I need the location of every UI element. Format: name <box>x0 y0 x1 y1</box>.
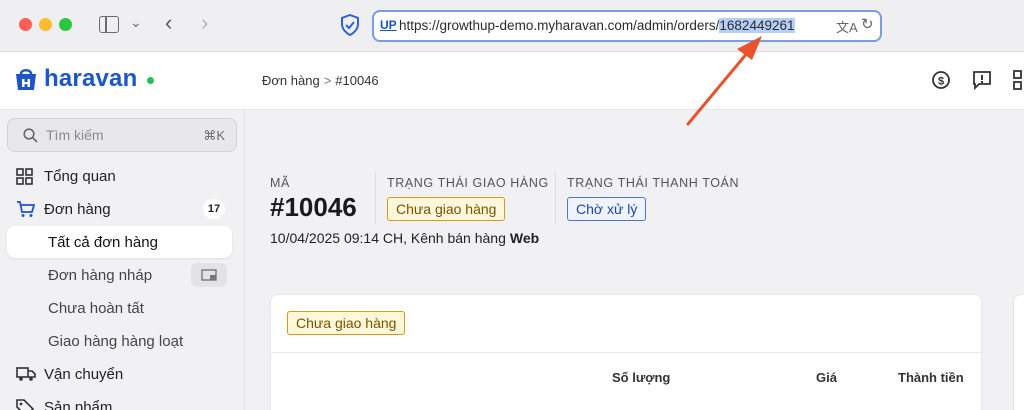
search-input[interactable]: Tìm kiếm ⌘K <box>7 118 237 152</box>
extension-badge[interactable]: UP <box>380 18 397 32</box>
side-card <box>1013 294 1024 410</box>
fulfillment-card: Chưa giao hàng Số lượng Giá Thành tiền <box>270 294 983 410</box>
reload-icon[interactable]: ↻ <box>861 15 874 33</box>
back-icon[interactable]: ‹ <box>165 10 172 36</box>
search-placeholder: Tìm kiếm <box>46 127 104 143</box>
search-shortcut: ⌘K <box>203 128 225 143</box>
breadcrumb-current: #10046 <box>335 73 379 88</box>
breadcrumb: Đơn hàng > #10046 <box>262 73 379 88</box>
currency-exchange-icon[interactable]: $ <box>931 70 951 90</box>
sidebar-subitem-bulk-shipping[interactable]: Giao hàng hàng loạt <box>7 325 232 357</box>
column-header-total: Thành tiền <box>898 370 964 385</box>
forward-icon[interactable]: › <box>201 10 208 36</box>
sidebar-subitem-incomplete[interactable]: Chưa hoàn tất <box>7 292 232 324</box>
translate-icon[interactable]: 文A <box>836 17 858 36</box>
haravan-logo-icon[interactable] <box>14 66 38 92</box>
shipping-status-label: TRẠNG THÁI GIAO HÀNG <box>387 176 549 190</box>
breadcrumb-separator: > <box>323 73 332 88</box>
payment-status-badge: Chờ xử lý <box>567 197 647 221</box>
sidebar-item-label: Đơn hàng <box>44 201 111 218</box>
address-bar[interactable]: UP https://growthup-demo.myharavan.com/a… <box>372 10 882 42</box>
order-code: #10046 <box>270 192 357 222</box>
orders-count-badge: 17 <box>203 199 225 219</box>
minimize-window-button[interactable] <box>39 18 52 31</box>
order-detail-main: MÃ #10046 TRẠNG THÁI GIAO HÀNG Chưa giao… <box>245 110 1024 410</box>
chevron-down-icon[interactable]: ⌄ <box>130 14 142 31</box>
feedback-icon[interactable] <box>972 70 992 90</box>
order-datetime-channel: 10/04/2025 09:14 CH, Kênh bán hàng <box>270 230 506 246</box>
logo-text[interactable]: haravan <box>44 65 137 93</box>
maximize-window-button[interactable] <box>59 18 72 31</box>
close-window-button[interactable] <box>19 18 32 31</box>
order-code-label: MÃ <box>270 176 290 190</box>
sidebar: Tìm kiếm ⌘K Tổng quan Đơn hàng 17 Tất cả… <box>0 110 245 410</box>
browser-toolbar: ⌄ ‹ › UP https://growthup-demo.myharavan… <box>0 0 1024 52</box>
sidebar-subitem-draft-orders[interactable]: Đơn hàng nháp <box>7 259 232 291</box>
sidebar-toggle-icon[interactable] <box>99 16 119 33</box>
sidebar-subitem-label: Chưa hoàn tất <box>48 300 144 317</box>
sidebar-item-products[interactable]: Sản phẩm <box>0 391 245 410</box>
truck-icon <box>16 367 36 381</box>
sidebar-item-orders[interactable]: Đơn hàng 17 <box>0 193 245 225</box>
svg-text:$: $ <box>938 76 944 88</box>
sidebar-subitem-label: Tất cả đơn hàng <box>48 234 158 251</box>
breadcrumb-orders-link[interactable]: Đơn hàng <box>262 73 320 88</box>
draft-order-icon[interactable] <box>191 263 227 287</box>
dashboard-icon <box>16 168 33 185</box>
shipping-status-badge: Chưa giao hàng <box>387 197 506 221</box>
sidebar-item-dashboard[interactable]: Tổng quan <box>0 160 245 192</box>
divider <box>375 172 376 224</box>
order-channel: Web <box>509 230 540 246</box>
divider <box>555 172 556 224</box>
url-text[interactable]: https://growthup-demo.myharavan.com/admi… <box>399 18 795 33</box>
url-order-id[interactable]: 1682449261 <box>719 18 795 33</box>
sidebar-item-label: Tổng quan <box>44 168 116 185</box>
sidebar-subitem-all-orders[interactable]: Tất cả đơn hàng <box>7 226 232 258</box>
sidebar-item-shipping[interactable]: Vận chuyển <box>0 358 245 390</box>
payment-status-label: TRẠNG THÁI THANH TOÁN <box>567 176 740 190</box>
column-header-price: Giá <box>816 370 837 385</box>
sidebar-item-label: Sản phẩm <box>44 399 113 410</box>
apps-grid-icon[interactable] <box>1013 70 1024 90</box>
app-header: haravan Đơn hàng > #10046 $ <box>0 52 1024 110</box>
column-header-quantity: Số lượng <box>612 370 671 385</box>
shield-icon[interactable] <box>340 14 360 36</box>
sidebar-item-label: Vận chuyển <box>44 366 124 383</box>
sidebar-subitem-label: Đơn hàng nháp <box>48 267 153 284</box>
search-icon <box>23 128 38 143</box>
online-status-dot <box>147 77 154 84</box>
tag-icon <box>16 399 34 410</box>
divider <box>271 352 983 353</box>
order-meta: 10/04/2025 09:14 CH, Kênh bán hàng Web <box>270 230 539 246</box>
cart-icon <box>17 201 35 217</box>
sidebar-subitem-label: Giao hàng hàng loạt <box>48 333 184 350</box>
fulfillment-status-badge: Chưa giao hàng <box>287 311 406 335</box>
